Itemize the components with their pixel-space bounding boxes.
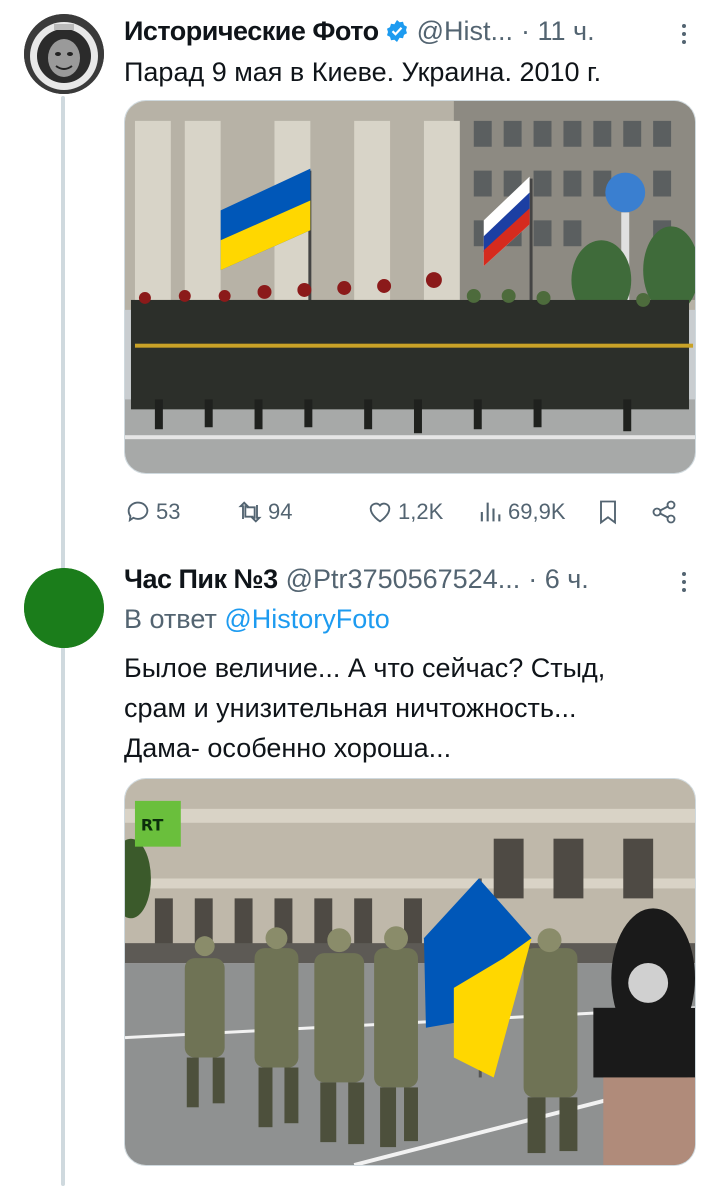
- heart-icon: [369, 502, 391, 523]
- reply-button[interactable]: 53: [124, 498, 180, 526]
- tweet-photo[interactable]: [124, 100, 696, 474]
- retweet-button[interactable]: 94: [236, 498, 292, 526]
- tweet-text-line: Дама- особенно хороша...: [124, 733, 452, 763]
- handle[interactable]: @Hist...: [417, 16, 513, 47]
- view-count: 69,9K: [508, 499, 566, 524]
- verified-badge-icon: [385, 19, 409, 43]
- tweet-2[interactable]: Час Пик №3 @Ptr3750567524... · 6 ч. В от…: [0, 560, 720, 1186]
- bookmark-icon: [600, 500, 616, 525]
- analytics-icon: [480, 502, 501, 522]
- reply-context: В ответ @HistoryFoto: [124, 604, 390, 635]
- rt-logo: RT: [141, 816, 164, 835]
- reply-count: 53: [156, 499, 181, 524]
- tweet-text-line: Былое величие... А что сейчас? Стыд,: [124, 653, 606, 683]
- avatar[interactable]: [24, 14, 104, 94]
- reply-prefix: В ответ: [124, 604, 217, 634]
- green-circle-avatar-icon: [24, 568, 104, 648]
- tweet-actions: 53 94 1,2K 69,9K: [124, 494, 696, 530]
- share-button[interactable]: [650, 498, 678, 526]
- display-name[interactable]: Исторические Фото: [124, 16, 379, 47]
- handle[interactable]: @Ptr3750567524...: [286, 564, 521, 595]
- timestamp[interactable]: · 6 ч.: [528, 564, 589, 595]
- reply-icon: [127, 501, 149, 523]
- more-options-icon[interactable]: [672, 570, 696, 594]
- tweet-text: Парад 9 мая в Киеве. Украина. 2010 г.: [124, 57, 602, 87]
- like-count: 1,2K: [398, 499, 444, 524]
- soldiers-march-photo-icon: RT: [125, 779, 695, 1165]
- tweet-header: Час Пик №3 @Ptr3750567524... · 6 ч.: [124, 564, 696, 595]
- timestamp[interactable]: · 11 ч.: [521, 16, 595, 47]
- tweet-text-line: срам и унизительная ничтожность...: [124, 693, 577, 723]
- tweet-header: Исторические Фото @Hist... · 11 ч.: [124, 16, 696, 47]
- retweet-count: 94: [268, 499, 293, 524]
- tweet-1[interactable]: Исторические Фото @Hist... · 11 ч. Парад…: [0, 0, 720, 560]
- bookmark-button[interactable]: [594, 498, 622, 526]
- retweet-icon: [238, 501, 262, 523]
- cosmonaut-avatar-icon: [24, 14, 104, 94]
- reply-mention-link[interactable]: @HistoryFoto: [224, 604, 389, 634]
- share-icon: [652, 500, 676, 524]
- more-options-icon[interactable]: [672, 22, 696, 46]
- avatar[interactable]: [24, 568, 104, 648]
- like-button[interactable]: 1,2K: [366, 498, 443, 526]
- views-button[interactable]: 69,9K: [476, 498, 566, 526]
- tweet-video[interactable]: RT: [124, 778, 696, 1166]
- tweet-text: Былое величие... А что сейчас? Стыд, сра…: [124, 648, 696, 768]
- display-name[interactable]: Час Пик №3: [124, 564, 278, 595]
- parade-photo-icon: [125, 101, 695, 473]
